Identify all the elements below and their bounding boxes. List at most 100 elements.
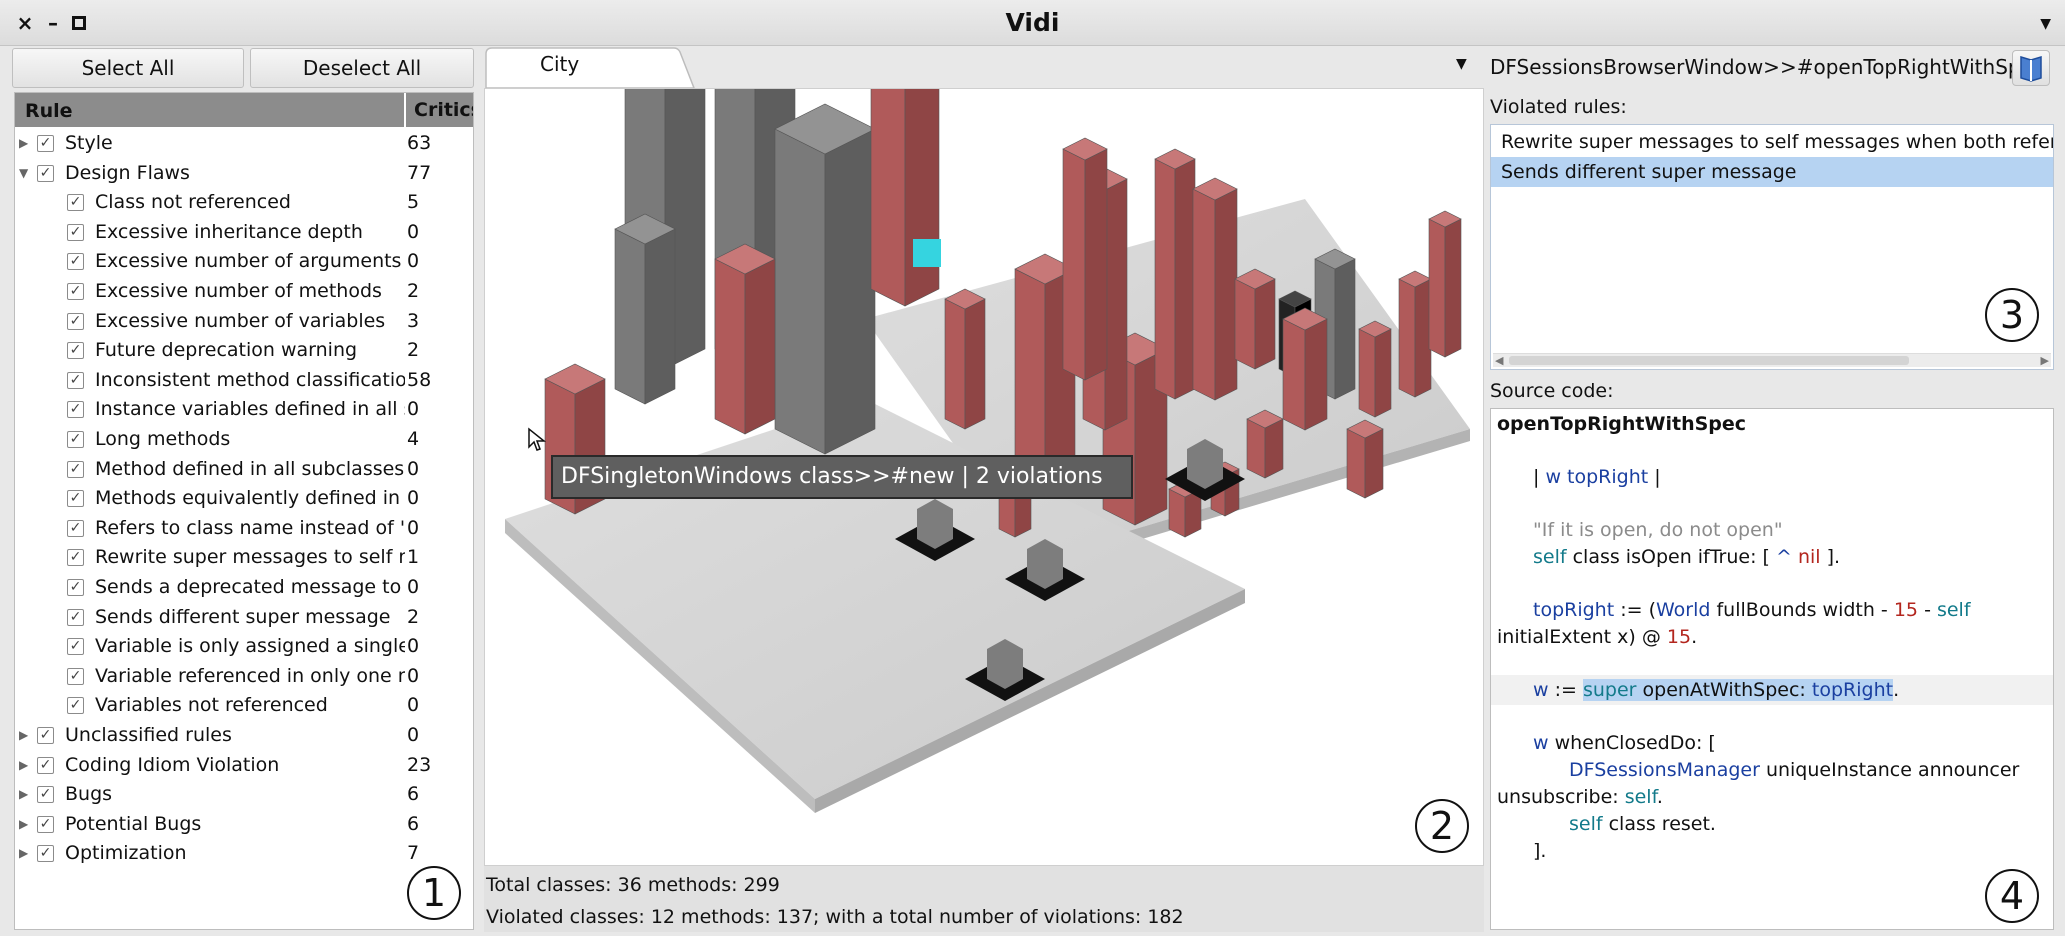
rule-checkbox[interactable]: ✓: [37, 845, 54, 863]
rule-critics-count: 23: [407, 753, 432, 776]
rule-label: Class not referenced: [95, 191, 291, 214]
rule-label: Excessive number of variables: [95, 309, 386, 332]
rule-critics-count: 4: [407, 428, 420, 450]
rule-checkbox[interactable]: ✓: [67, 638, 84, 656]
rule-row[interactable]: ✓ Methods equivalently defined in :0: [15, 484, 473, 514]
rule-row[interactable]: ✓ Rewrite super messages to self m1: [15, 543, 473, 573]
rule-row[interactable]: ✓ Excessive inheritance depth 0: [15, 218, 473, 248]
rule-checkbox[interactable]: ✓: [67, 253, 84, 271]
rule-row[interactable]: ▶ ✓ Optimization 7: [15, 839, 473, 869]
rule-checkbox[interactable]: ✓: [67, 371, 84, 389]
rule-row[interactable]: ✓ Variables not referenced 0: [15, 691, 473, 721]
rule-label: Rewrite super messages to self m: [95, 546, 405, 569]
rule-row[interactable]: ✓ Sends a deprecated message to a0: [15, 573, 473, 603]
rule-row[interactable]: ✓ Class not referenced 5: [15, 188, 473, 218]
building-face: [1374, 328, 1392, 418]
column-critics[interactable]: Critics: [404, 93, 473, 127]
violated-rule-item-selected[interactable]: Sends different super message: [1491, 157, 2053, 187]
rule-checkbox[interactable]: ✓: [67, 194, 84, 212]
rule-critics-count: 0: [407, 220, 420, 243]
rule-checkbox[interactable]: ✓: [67, 223, 84, 241]
rule-row[interactable]: ✓ Refers to class name instead of ": 0: [15, 514, 473, 544]
rule-checkbox[interactable]: ✓: [37, 815, 54, 833]
rule-checkbox[interactable]: ✓: [67, 608, 84, 626]
rule-row[interactable]: ▼ ✓ Design Flaws 77: [15, 159, 473, 189]
rule-checkbox[interactable]: ✓: [67, 667, 84, 685]
rule-row[interactable]: ▶ ✓ Potential Bugs 6: [15, 810, 473, 840]
building-face: [1346, 428, 1366, 499]
scroll-thumb[interactable]: [1509, 356, 1909, 365]
tab-menu-icon[interactable]: ▼: [1456, 56, 1467, 72]
violated-rule-item[interactable]: Rewrite super messages to self messages …: [1491, 127, 2053, 157]
rule-row[interactable]: ✓ Sends different super message 2: [15, 603, 473, 633]
rule-checkbox[interactable]: ✓: [67, 549, 84, 567]
statistics-bar: Total classes: 36 methods: 299 Violated …: [484, 866, 1484, 932]
rule-row[interactable]: ✓ Variable referenced in only one n0: [15, 662, 473, 692]
city-visualization[interactable]: DFSingletonWindows class>>#new | 2 viola…: [484, 0, 1484, 866]
browse-button[interactable]: [2012, 50, 2050, 86]
rule-row[interactable]: ✓ Variable is only assigned a single 0: [15, 632, 473, 662]
expand-closed-icon[interactable]: ▶: [19, 810, 33, 840]
rule-checkbox[interactable]: ✓: [37, 756, 54, 774]
building-face: [1174, 158, 1196, 400]
scroll-left-icon[interactable]: ◀: [1495, 354, 1503, 367]
expand-open-icon[interactable]: ▼: [19, 159, 33, 189]
window-title: Vidi: [1005, 8, 1060, 37]
violated-stats: Violated classes: 12 methods: 137; with …: [486, 906, 1184, 928]
rule-label: Excessive inheritance depth: [95, 220, 363, 243]
building-face: [1398, 278, 1416, 398]
rule-checkbox[interactable]: ✓: [67, 697, 84, 715]
building-face: [1414, 278, 1432, 398]
expand-closed-icon[interactable]: ▶: [19, 129, 33, 159]
rule-checkbox[interactable]: ✓: [67, 490, 84, 508]
expand-closed-icon[interactable]: ▶: [19, 721, 33, 751]
rule-row[interactable]: ▶ ✓ Style 63: [15, 129, 473, 159]
rule-row[interactable]: ▶ ✓ Unclassified rules 0: [15, 721, 473, 751]
code-line-isopen: self class isOpen ifTrue: [ ^ nil ].: [1533, 546, 1841, 568]
rule-row[interactable]: ✓ Future deprecation warning 2: [15, 336, 473, 366]
rule-critics-count: 1: [407, 546, 420, 569]
rule-row[interactable]: ✓ Long methods 4: [15, 425, 473, 455]
tab-city[interactable]: City: [540, 52, 579, 76]
violated-rules-list[interactable]: Rewrite super messages to self messages …: [1490, 124, 2054, 370]
rule-checkbox[interactable]: ✓: [67, 342, 84, 360]
vidi-window: × – Vidi ▼ Select All Deselect All Rule …: [0, 0, 2065, 936]
rule-checkbox[interactable]: ✓: [67, 431, 84, 448]
rule-checkbox[interactable]: ✓: [67, 312, 84, 330]
selected-method-block[interactable]: [913, 239, 941, 267]
rule-row[interactable]: ✓ Method defined in all subclasses, 0: [15, 455, 473, 485]
rule-label: Variable is only assigned a single: [95, 635, 405, 658]
building-face: [1062, 148, 1086, 381]
rule-checkbox[interactable]: ✓: [67, 460, 84, 478]
rule-row[interactable]: ✓ Inconsistent method classificatio 58: [15, 366, 473, 396]
expand-closed-icon[interactable]: ▶: [19, 780, 33, 810]
expand-closed-icon[interactable]: ▶: [19, 751, 33, 781]
building-face: [824, 128, 876, 455]
rules-tree[interactable]: Rule Critics ▶✓Style63▼✓Design Flaws77✓C…: [14, 92, 474, 930]
source-code-editor[interactable]: openTopRightWithSpec | w topRight | "If …: [1490, 408, 2054, 930]
window-menu-icon[interactable]: ▼: [2040, 16, 2051, 32]
rule-row[interactable]: ✓ Excessive number of variables 3: [15, 307, 473, 337]
deselect-all-button[interactable]: Deselect All: [250, 48, 474, 88]
rule-row[interactable]: ▶ ✓ Coding Idiom Violation 23: [15, 751, 473, 781]
building-face: [1214, 188, 1238, 401]
select-all-button[interactable]: Select All: [12, 48, 244, 88]
building-face: [870, 0, 906, 307]
rule-checkbox[interactable]: ✓: [67, 401, 84, 419]
rule-checkbox[interactable]: ✓: [37, 727, 54, 744]
building-face: [1282, 318, 1306, 431]
rule-checkbox[interactable]: ✓: [37, 164, 54, 182]
rule-checkbox[interactable]: ✓: [67, 519, 84, 537]
horizontal-scrollbar[interactable]: ◀ ▶: [1493, 353, 2051, 367]
column-rule[interactable]: Rule: [25, 100, 73, 122]
rule-row[interactable]: ✓ Excessive number of arguments 0: [15, 247, 473, 277]
rule-row[interactable]: ✓ Instance variables defined in all s0: [15, 395, 473, 425]
rule-row[interactable]: ▶ ✓ Bugs 6: [15, 780, 473, 810]
rule-checkbox[interactable]: ✓: [37, 786, 54, 804]
rule-checkbox[interactable]: ✓: [67, 283, 84, 300]
rule-checkbox[interactable]: ✓: [67, 579, 84, 596]
expand-closed-icon[interactable]: ▶: [19, 839, 33, 869]
rule-checkbox[interactable]: ✓: [37, 135, 54, 152]
rule-row[interactable]: ✓ Excessive number of methods 2: [15, 277, 473, 307]
scroll-right-icon[interactable]: ▶: [2041, 354, 2049, 367]
